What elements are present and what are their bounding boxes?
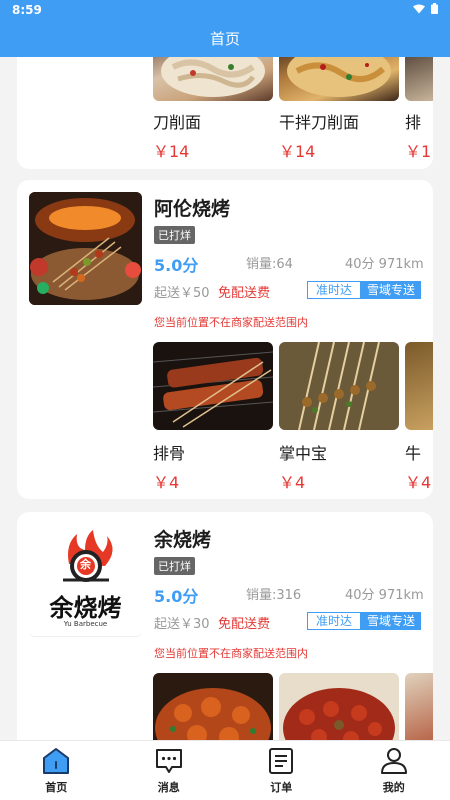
crayfish-photo [153,673,273,740]
nav-label: 消息 [157,781,180,794]
app-header: 8:59 首页 [0,0,450,57]
shop-logo[interactable]: 余 余烧烤 Yu Barbecue [29,524,142,637]
message-icon [155,749,182,773]
bbq-photo [29,192,142,305]
wifi-icon [413,4,425,13]
nav-label: 首页 [45,781,68,794]
dish-price: ￥1 [405,142,432,161]
noodle-photo [287,57,391,97]
dish-image[interactable] [153,673,273,740]
order-icon [269,748,294,774]
dish-image[interactable] [405,342,433,430]
shop-name[interactable]: 阿伦烧烤 [154,194,230,221]
status-badge: 已打烊 [154,226,195,244]
min-order-price: 起送￥50 [154,286,210,301]
dish-price: ￥4 [405,473,432,492]
delivery-fee: 免配送费 [218,286,271,301]
dish-name: 牛 [405,444,422,463]
status-time: 8:59 [12,3,42,17]
shop-list[interactable]: 刀削面 干拌刀削面 排 ￥14 ￥14 ￥1 阿伦烧烤 已打烊 5.0分 销量:… [0,57,450,740]
shop-rating: 5.0分 [154,587,199,606]
delivery-range-notice: 您当前位置不在商家配送范围内 [154,316,308,329]
shop-distance: 40分 971km [345,588,424,603]
dish-name: 排骨 [153,444,186,463]
dish-image[interactable] [405,673,433,740]
dish-name: 掌中宝 [279,444,328,463]
delivery-range-notice: 您当前位置不在商家配送范围内 [154,647,308,660]
nav-label: 订单 [270,781,293,794]
tag-courier: 雪域专送 [361,281,422,299]
bottom-nav: 首页 消息 订单 我的 [0,740,450,800]
shop-card[interactable]: 刀削面 干拌刀削面 排 ￥14 ￥14 ￥1 [17,57,433,169]
dish-image[interactable] [279,673,399,740]
delivery-tags: 准时达 雪域专送 [307,281,422,299]
nav-profile[interactable]: 我的 [338,741,450,800]
shop-rating: 5.0分 [154,256,199,275]
dish-price: ￥4 [279,473,306,492]
dish-image[interactable] [153,342,273,430]
tag-courier: 雪域专送 [361,612,422,630]
dish-image[interactable] [153,57,273,101]
shop-thumbnail[interactable] [29,192,142,305]
nav-label: 我的 [382,781,405,794]
home-icon [43,748,70,774]
shop-distance: 40分 971km [345,257,424,272]
dish-price: ￥14 [279,142,316,161]
noodle-photo [161,57,265,97]
min-order-price: 起送￥30 [154,617,210,632]
logo-char: 余 [80,558,91,571]
dish-price: ￥4 [153,473,180,492]
profile-icon [380,748,407,774]
dish-image[interactable] [279,57,399,101]
shop-sales: 销量:316 [246,588,302,603]
dish-name: 刀削面 [153,113,202,132]
logo-subtext: Yu Barbecue [63,620,108,628]
status-icons [413,3,438,14]
ribs-photo [153,342,273,430]
spicy-chicken-photo [279,673,399,740]
skewers-photo [279,342,399,430]
delivery-fee: 免配送费 [218,617,271,632]
tag-on-time: 准时达 [307,612,362,630]
nav-home[interactable]: 首页 [0,741,113,800]
nav-orders[interactable]: 订单 [225,741,338,800]
shop-card[interactable]: 余 余烧烤 Yu Barbecue 余烧烤 已打烊 5.0分 销量:316 40… [17,512,433,740]
battery-icon [431,3,438,14]
dish-image[interactable] [279,342,399,430]
delivery-tags: 准时达 雪域专送 [307,612,422,630]
logo-text: 余烧烤 [49,593,122,622]
shop-name[interactable]: 余烧烤 [154,525,211,552]
dish-name: 干拌刀削面 [279,113,360,132]
dish-image[interactable] [405,57,433,101]
tag-on-time: 准时达 [307,281,362,299]
nav-messages[interactable]: 消息 [113,741,226,800]
dish-name: 排 [405,113,422,132]
page-title: 首页 [209,30,240,48]
dish-price: ￥14 [153,142,190,161]
status-badge: 已打烊 [154,557,195,575]
shop-card[interactable]: 阿伦烧烤 已打烊 5.0分 销量:64 40分 971km 起送￥50 免配送费… [17,180,433,499]
shop-sales: 销量:64 [246,257,293,272]
